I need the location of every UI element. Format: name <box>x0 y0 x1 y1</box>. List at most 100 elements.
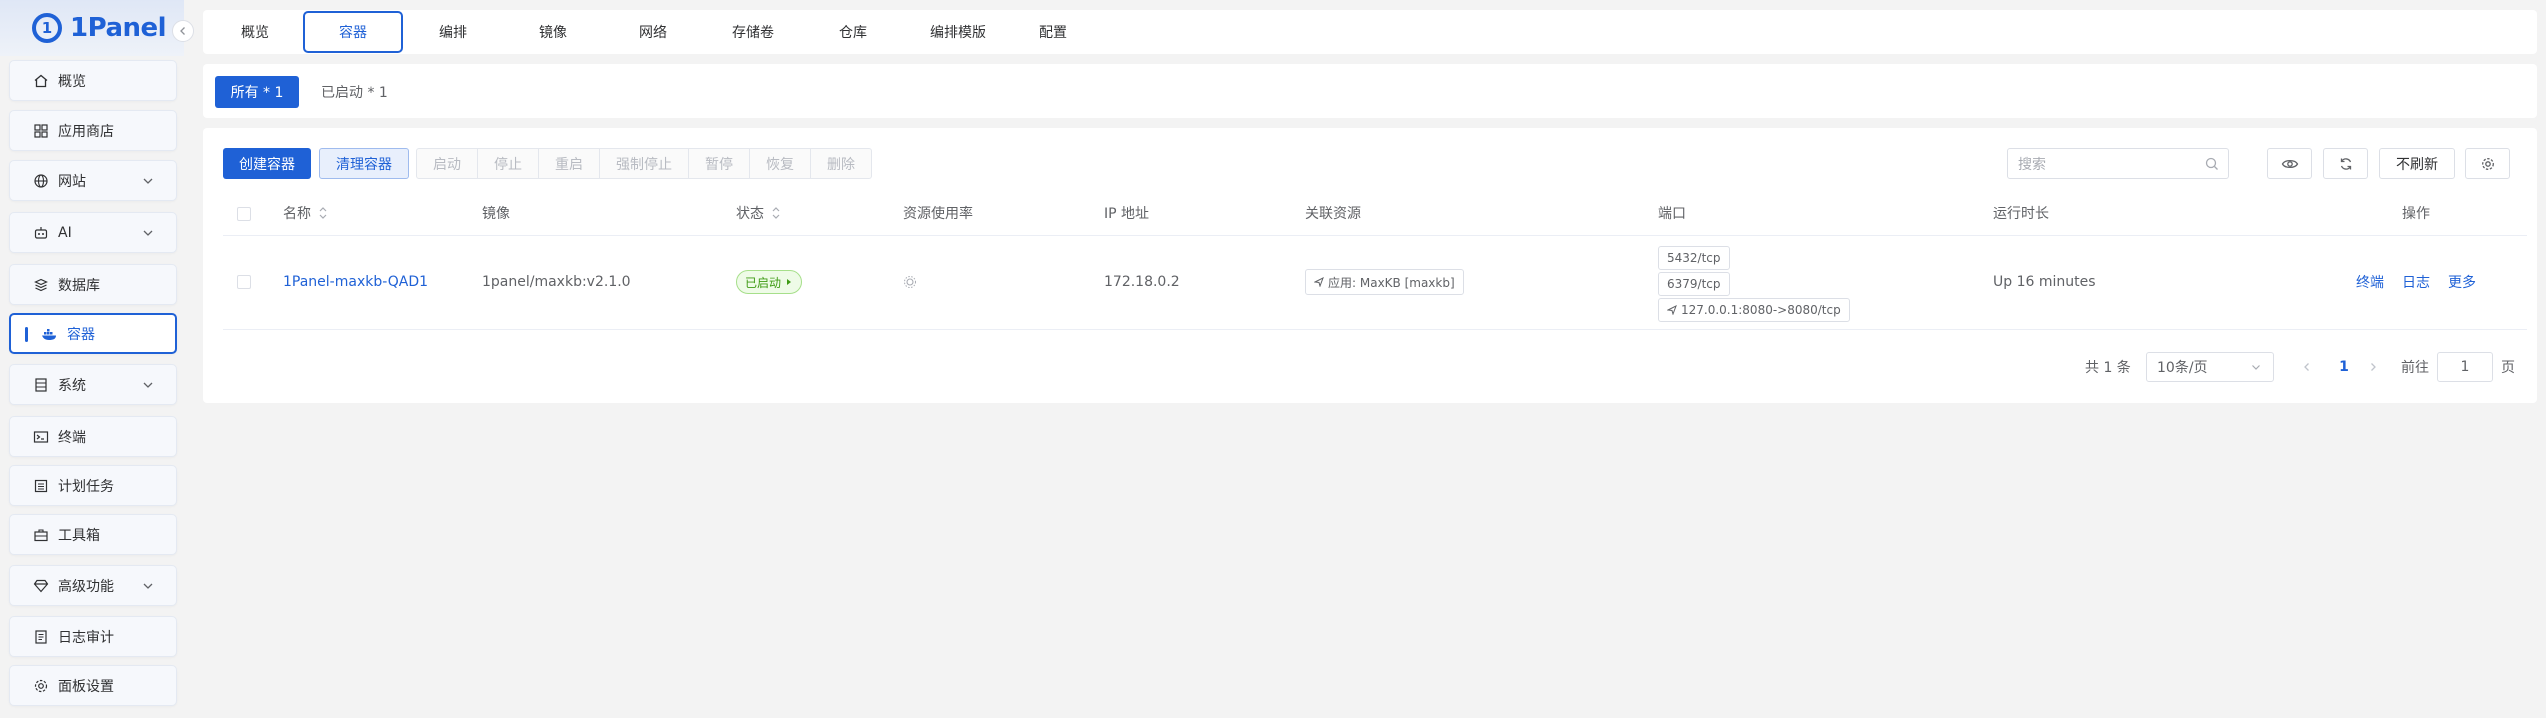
resume-button[interactable]: 恢复 <box>750 149 811 178</box>
current-page[interactable]: 1 <box>2329 352 2359 382</box>
send-icon <box>1314 277 1324 287</box>
resource-usage-icon[interactable] <box>903 274 919 290</box>
tab-volume[interactable]: 存储卷 <box>713 10 793 54</box>
port-tag[interactable]: 5432/tcp <box>1658 246 1730 270</box>
sidebar-item-label: 计划任务 <box>58 478 114 495</box>
column-header-name[interactable]: 名称 <box>283 198 329 228</box>
gear-icon <box>2481 157 2494 170</box>
container-name-link[interactable]: 1Panel-maxkb-QAD1 <box>283 272 428 292</box>
force-stop-button[interactable]: 强制停止 <box>600 149 689 178</box>
container-ip: 172.18.0.2 <box>1104 274 1180 290</box>
top-tab-bar: 概览 容器 编排 镜像 网络 存储卷 仓库 编排模版 配置 <box>203 10 2537 54</box>
sidebar-item-label: 应用商店 <box>58 123 114 140</box>
sidebar-item-ai[interactable]: AI <box>9 212 177 253</box>
logo-text: 1Panel <box>70 13 167 43</box>
status-badge[interactable]: 已启动 <box>736 270 803 294</box>
sidebar-item-cron[interactable]: 计划任务 <box>9 465 177 506</box>
search-icon <box>2205 157 2218 170</box>
more-link[interactable]: 更多 <box>2448 272 2476 292</box>
column-header-uptime: 运行时长 <box>1993 206 2049 222</box>
restart-button[interactable]: 重启 <box>539 149 600 178</box>
refresh-icon <box>2340 157 2351 170</box>
goto-label: 前往 <box>2401 360 2429 376</box>
start-button[interactable]: 启动 <box>417 149 478 178</box>
row-checkbox[interactable] <box>237 275 251 289</box>
logo[interactable]: 1 1Panel <box>0 0 184 56</box>
tab-container[interactable]: 容器 <box>303 11 403 53</box>
column-header-ports: 端口 <box>1658 206 1686 222</box>
eye-icon <box>2281 159 2298 168</box>
port-tag[interactable]: 6379/tcp <box>1658 272 1730 296</box>
filter-bar: 所有 * 1 已启动 * 1 <box>203 64 2537 118</box>
table-header-divider <box>223 235 2527 236</box>
container-list-card: 创建容器 清理容器 启动 停止 重启 强制停止 暂停 恢复 删除 搜索 不刷新 … <box>203 128 2537 403</box>
sidebar-item-advanced[interactable]: 高级功能 <box>9 565 177 606</box>
table-row-divider <box>223 329 2527 330</box>
create-container-button[interactable]: 创建容器 <box>223 148 311 179</box>
column-header-label: 名称 <box>283 206 311 222</box>
tab-network[interactable]: 网络 <box>621 10 685 54</box>
globe-icon <box>32 172 50 190</box>
pause-button[interactable]: 暂停 <box>689 149 750 178</box>
column-settings-button[interactable] <box>2465 148 2510 179</box>
sidebar: 1 1Panel 概览 应用商店 网站 AI 数据库 容器 系统 终端 计划任务… <box>0 0 194 718</box>
port-mapping-label: 127.0.0.1:8080->8080/tcp <box>1681 303 1841 317</box>
related-resource-tag[interactable]: 应用: MaxKB [maxkb] <box>1305 269 1464 295</box>
log-link[interactable]: 日志 <box>2402 272 2430 292</box>
sidebar-item-system[interactable]: 系统 <box>9 364 177 405</box>
sidebar-item-toolbox[interactable]: 工具箱 <box>9 514 177 555</box>
sidebar-collapse-button[interactable] <box>172 20 194 42</box>
column-header-resource-usage: 资源使用率 <box>903 206 973 222</box>
tab-overview[interactable]: 概览 <box>223 10 287 54</box>
port-mapping-tag[interactable]: 127.0.0.1:8080->8080/tcp <box>1658 298 1850 322</box>
filter-running-button[interactable]: 已启动 * 1 <box>321 76 388 108</box>
column-header-image: 镜像 <box>482 206 510 222</box>
tab-compose-template[interactable]: 编排模版 <box>913 10 1003 54</box>
status-label: 已启动 <box>745 275 782 290</box>
tab-repo[interactable]: 仓库 <box>821 10 885 54</box>
sidebar-item-label: AI <box>58 224 72 241</box>
sidebar-item-label: 概览 <box>58 73 86 90</box>
next-page-button[interactable] <box>2363 352 2383 382</box>
column-header-status[interactable]: 状态 <box>736 198 782 228</box>
container-uptime: Up 16 minutes <box>1993 274 2096 290</box>
sidebar-item-audit-log[interactable]: 日志审计 <box>9 616 177 657</box>
pagination-total: 共 1 条 <box>2085 360 2131 376</box>
sidebar-item-settings[interactable]: 面板设置 <box>9 665 177 706</box>
chevron-left-icon <box>2304 363 2309 371</box>
sidebar-item-label: 高级功能 <box>58 578 114 595</box>
page-size-select[interactable]: 10条/页 <box>2146 352 2274 382</box>
delete-button[interactable]: 删除 <box>811 149 871 178</box>
toggle-view-button[interactable] <box>2267 148 2312 179</box>
sidebar-item-website[interactable]: 网站 <box>9 160 177 201</box>
filter-all-button[interactable]: 所有 * 1 <box>215 76 299 108</box>
refresh-button[interactable] <box>2323 148 2368 179</box>
prev-page-button[interactable] <box>2297 352 2317 382</box>
tab-config[interactable]: 配置 <box>1021 10 1085 54</box>
tab-compose[interactable]: 编排 <box>421 10 485 54</box>
page-suffix: 页 <box>2501 360 2515 376</box>
tab-image[interactable]: 镜像 <box>521 10 585 54</box>
gear-icon <box>32 677 50 695</box>
database-icon <box>32 276 50 294</box>
select-all-checkbox[interactable] <box>237 207 251 221</box>
sidebar-item-terminal[interactable]: 终端 <box>9 416 177 457</box>
sidebar-item-container[interactable]: 容器 <box>9 313 177 354</box>
sort-icon <box>319 207 327 219</box>
sidebar-item-app-store[interactable]: 应用商店 <box>9 110 177 151</box>
clean-container-button[interactable]: 清理容器 <box>319 148 409 179</box>
terminal-link[interactable]: 终端 <box>2356 272 2384 292</box>
sidebar-item-label: 系统 <box>58 377 86 394</box>
column-header-ops: 操作 <box>2402 206 2430 222</box>
chevron-down-icon <box>143 178 153 184</box>
column-header-ip: IP 地址 <box>1104 206 1150 222</box>
terminal-icon <box>32 428 50 446</box>
goto-page-input[interactable]: 1 <box>2437 352 2493 382</box>
sidebar-item-overview[interactable]: 概览 <box>9 60 177 101</box>
toolbox-icon <box>32 526 50 544</box>
auto-refresh-select[interactable]: 不刷新 <box>2379 148 2455 179</box>
chevron-left-icon <box>180 27 185 35</box>
search-input[interactable]: 搜索 <box>2007 148 2229 179</box>
sidebar-item-database[interactable]: 数据库 <box>9 264 177 305</box>
stop-button[interactable]: 停止 <box>478 149 539 178</box>
